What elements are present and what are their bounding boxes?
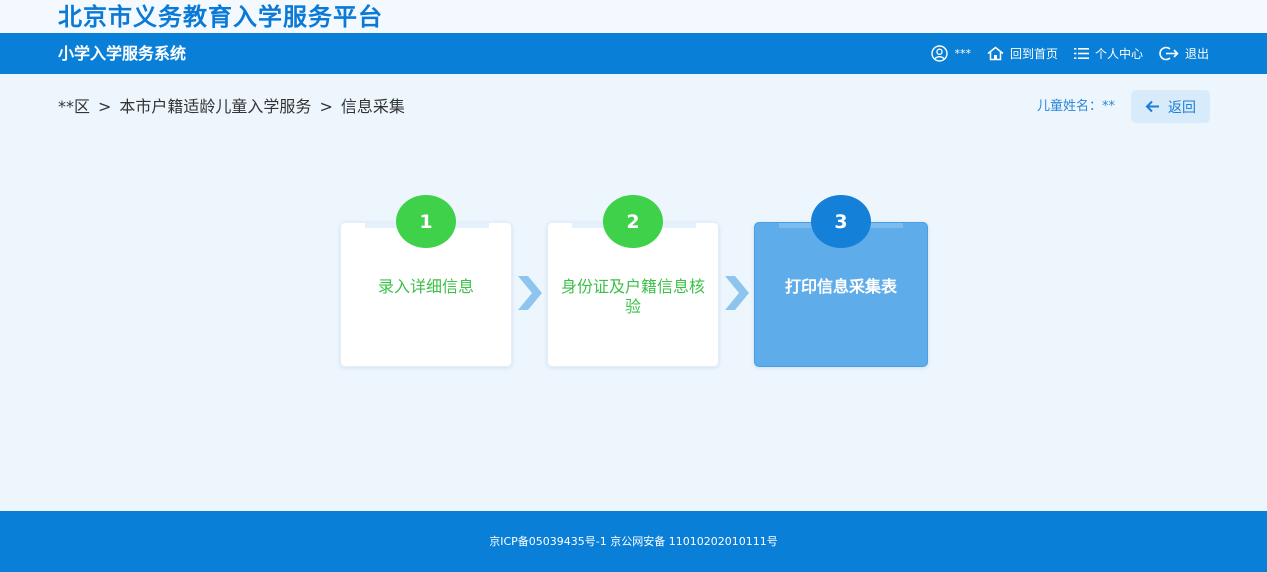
- profile-label: 个人中心: [1094, 47, 1143, 61]
- top-banner: 北京市义务教育入学服务平台: [0, 0, 1267, 33]
- breadcrumb-separator: >: [319, 97, 333, 116]
- home-icon: [987, 46, 1004, 61]
- step-number-3: 3: [811, 195, 871, 248]
- child-name-display: 儿童姓名：**: [1037, 99, 1115, 115]
- user-name: ***: [954, 47, 971, 60]
- step-label-1: 录入详细信息: [377, 277, 474, 296]
- user-icon: [931, 45, 949, 62]
- platform-title: 北京市义务教育入学服务平台: [58, 3, 383, 31]
- breadcrumb-separator: >: [98, 97, 112, 116]
- icp-record: 京ICP备05039435号-1 京公网安备 11010202010111号: [489, 535, 778, 548]
- child-name-label: 儿童姓名：: [1036, 99, 1102, 114]
- system-title: 小学入学服务系统: [58, 44, 187, 63]
- breadcrumb-district[interactable]: **区: [58, 97, 90, 117]
- logout-label: 退出: [1184, 47, 1209, 61]
- breadcrumb-current-page: 信息采集: [340, 97, 405, 116]
- back-button[interactable]: 返回: [1131, 90, 1210, 123]
- step-number-2: 2: [603, 195, 663, 248]
- breadcrumb-service[interactable]: 本市户籍适龄儿童入学服务: [119, 97, 311, 117]
- home-link[interactable]: 回到首页: [987, 45, 1058, 62]
- logout-link[interactable]: 退出: [1159, 45, 1209, 62]
- profile-link[interactable]: 个人中心: [1073, 45, 1143, 62]
- back-label: 返回: [1168, 99, 1196, 116]
- footer: 京ICP备05039435号-1 京公网安备 11010202010111号: [0, 511, 1267, 572]
- step-number-1: 1: [396, 195, 456, 248]
- logout-icon: [1159, 46, 1179, 61]
- arrow-left-icon: [1145, 100, 1159, 113]
- child-name-value: **: [1102, 99, 1115, 114]
- step-label-2: 身份证及户籍信息核验: [560, 277, 705, 316]
- home-label: 回到首页: [1009, 47, 1058, 61]
- nav-actions: *** 回到首页 个人中心 退出: [931, 33, 1209, 74]
- list-icon: [1073, 48, 1089, 59]
- step-label-3: 打印信息采集表: [784, 277, 897, 296]
- nav-bar: 小学入学服务系统 *** 回到首页 个人中心 退出: [0, 33, 1267, 74]
- step-arrow-icon: [725, 276, 749, 310]
- step-arrow-icon: [518, 276, 542, 310]
- breadcrumb: **区 > 本市户籍适龄儿童入学服务 > 信息采集: [58, 97, 405, 117]
- user-menu[interactable]: ***: [931, 45, 971, 62]
